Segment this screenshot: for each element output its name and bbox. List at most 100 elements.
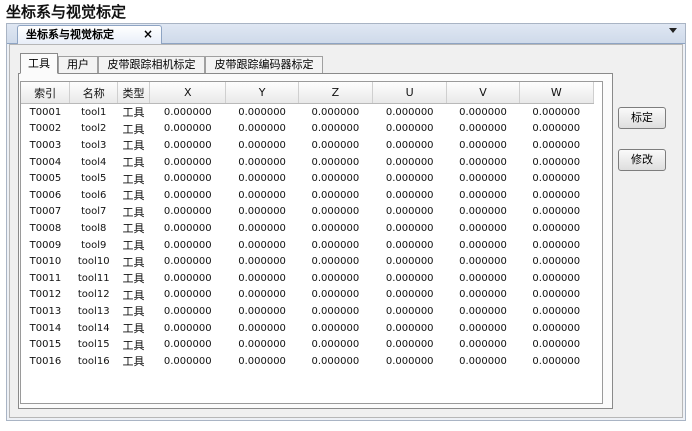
cell-v: 0.000000 [459,256,507,268]
cell-u: 0.000000 [385,339,434,351]
cell-index: T0011 [29,272,62,284]
cell-index: T0001 [29,106,62,118]
tab-tool[interactable]: 工具 [20,53,58,74]
table-row[interactable]: T0013 tool13 工具 0.000000 0.000000 0.000000 0.0… [21,303,594,320]
cell-z: 0.000000 [311,156,360,168]
col-header-z[interactable]: Z [298,82,374,104]
cell-index: T0012 [29,289,62,301]
table-row[interactable]: T0010 tool10 工具 0.000000 0.000000 0.000000 0.0… [21,253,594,270]
cell-index: T0003 [29,139,62,151]
cell-name: tool7 [81,206,107,218]
chevron-down-icon[interactable] [669,28,677,33]
cell-name: tool15 [77,339,110,351]
document-tab-bar: 坐标系与视觉标定 × [7,24,685,44]
col-header-v[interactable]: V [446,82,520,104]
table-row[interactable]: T0005 tool5 工具 0.000000 0.000000 0.000000 0.00… [21,170,594,187]
cell-w: 0.000000 [532,322,581,334]
table-row[interactable]: T0003 tool3 工具 0.000000 0.000000 0.000000 0.00… [21,137,594,154]
cell-type: 工具 [122,322,145,336]
cell-x: 0.000000 [163,139,212,151]
page-title: 坐标系与视觉标定 [6,3,127,21]
cell-y: 0.000000 [238,106,286,118]
cell-index: T0009 [29,239,62,251]
cell-x: 0.000000 [163,339,212,351]
table-row[interactable]: T0016 tool16 工具 0.000000 0.000000 0.000000 0.0… [21,353,594,370]
cell-w: 0.000000 [532,189,581,201]
tool-table[interactable]: 索引 名称 类型 X Y Z U V W T0001 tool1 工具 0.00000… [20,81,603,404]
table-row[interactable]: T0001 tool1 工具 0.000000 0.000000 0.000000 0.00… [21,104,594,121]
cell-y: 0.000000 [238,305,286,317]
cell-w: 0.000000 [532,139,581,151]
cell-y: 0.000000 [238,139,286,151]
cell-u: 0.000000 [385,305,434,317]
cell-index: T0005 [29,173,62,185]
cell-w: 0.000000 [532,256,581,268]
cell-index: T0014 [29,322,62,334]
table-header-row: 索引 名称 类型 X Y Z U V W [21,82,595,104]
calibrate-button[interactable]: 标定 [618,107,666,129]
cell-name: tool12 [77,289,110,301]
cell-v: 0.000000 [459,289,507,301]
cell-index: T0008 [29,222,62,234]
cell-x: 0.000000 [163,272,212,284]
table-row[interactable]: T0007 tool7 工具 0.000000 0.000000 0.000000 0.00… [21,204,594,221]
cell-x: 0.000000 [163,322,212,334]
cell-x: 0.000000 [163,305,212,317]
cell-z: 0.000000 [311,239,360,251]
cell-v: 0.000000 [459,322,507,334]
cell-z: 0.000000 [311,339,360,351]
col-header-type[interactable]: 类型 [117,82,150,104]
close-icon[interactable]: × [143,26,153,43]
cell-x: 0.000000 [163,239,212,251]
cell-y: 0.000000 [238,355,286,367]
table-row[interactable]: T0009 tool9 工具 0.000000 0.000000 0.000000 0.00… [21,237,594,254]
cell-type: 工具 [122,139,145,153]
tab-belt-camera-calibration[interactable]: 皮带跟踪相机标定 [98,56,205,73]
cell-z: 0.000000 [311,106,360,118]
cell-u: 0.000000 [385,222,434,234]
cell-index: T0006 [29,189,62,201]
tab-user[interactable]: 用户 [58,56,98,73]
col-header-x[interactable]: X [149,82,227,104]
cell-x: 0.000000 [163,156,212,168]
table-row[interactable]: T0002 tool2 工具 0.000000 0.000000 0.000000 0.00… [21,121,594,138]
modify-button[interactable]: 修改 [618,149,666,171]
cell-v: 0.000000 [459,206,507,218]
col-header-u[interactable]: U [372,82,448,104]
cell-type: 工具 [122,222,145,236]
cell-v: 0.000000 [459,239,507,251]
cell-w: 0.000000 [532,239,581,251]
table-row[interactable]: T0004 tool4 工具 0.000000 0.000000 0.000000 0.00… [21,154,594,171]
cell-z: 0.000000 [311,322,360,334]
cell-x: 0.000000 [163,355,212,367]
cell-type: 工具 [122,255,145,269]
document-tab[interactable]: 坐标系与视觉标定 × [17,25,162,44]
table-row[interactable]: T0011 tool11 工具 0.000000 0.000000 0.000000 0.0… [21,270,594,287]
cell-z: 0.000000 [311,222,360,234]
col-header-index[interactable]: 索引 [21,82,71,104]
cell-index: T0015 [29,339,62,351]
cell-v: 0.000000 [459,222,507,234]
cell-type: 工具 [122,156,145,170]
col-header-w[interactable]: W [519,82,595,104]
table-row[interactable]: T0008 tool8 工具 0.000000 0.000000 0.000000 0.00… [21,220,594,237]
tab-belt-encoder-calibration[interactable]: 皮带跟踪编码器标定 [205,56,323,73]
cell-name: tool8 [81,222,107,234]
table-row[interactable]: T0012 tool12 工具 0.000000 0.000000 0.000000 0.0… [21,287,594,304]
table-row[interactable]: T0006 tool6 工具 0.000000 0.000000 0.000000 0.00… [21,187,594,204]
col-header-y[interactable]: Y [225,82,299,104]
cell-v: 0.000000 [459,139,507,151]
col-header-name[interactable]: 名称 [69,82,119,104]
cell-index: T0013 [29,305,62,317]
cell-v: 0.000000 [459,123,507,135]
cell-x: 0.000000 [163,206,212,218]
cell-u: 0.000000 [385,156,434,168]
table-row[interactable]: T0015 tool15 工具 0.000000 0.000000 0.000000 0.0… [21,336,594,353]
cell-w: 0.000000 [532,206,581,218]
cell-y: 0.000000 [238,339,286,351]
document-tab-label: 坐标系与视觉标定 [26,28,114,41]
cell-type: 工具 [122,272,145,286]
table-row[interactable]: T0014 tool14 工具 0.000000 0.000000 0.000000 0.0… [21,320,594,337]
cell-u: 0.000000 [385,123,434,135]
cell-x: 0.000000 [163,106,212,118]
